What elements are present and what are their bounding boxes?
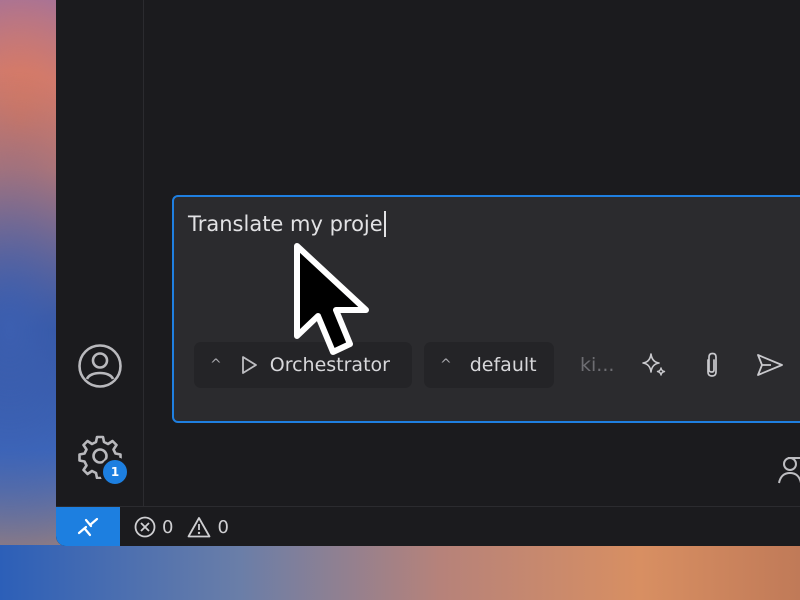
send-icon: [757, 354, 783, 376]
text-caret: [383, 211, 386, 237]
error-count: 0: [162, 516, 174, 538]
truncated-hint[interactable]: ki...: [580, 342, 614, 388]
status-bar: 0 0: [56, 506, 800, 546]
activity-bar: 1: [56, 0, 144, 506]
agent-selector-label: Orchestrator: [269, 354, 390, 376]
remote-button[interactable]: [56, 507, 120, 546]
chevron-up-icon: ^: [210, 357, 222, 373]
chat-input-text: Translate my proje: [188, 212, 383, 236]
warning-icon: [188, 517, 211, 538]
account-button[interactable]: [76, 342, 124, 390]
problems-indicator[interactable]: 0 0: [134, 507, 237, 546]
chat-input-box[interactable]: Translate my proje ^ Orchestrator ^ defa…: [172, 195, 800, 423]
chat-input[interactable]: Translate my proje: [188, 211, 386, 237]
sparkle-button[interactable]: [636, 347, 672, 383]
warning-count: 0: [217, 516, 229, 538]
editor-window: 1 0 0 Translate my proje ^ Orchestrator …: [56, 0, 800, 546]
desktop-backdrop: [0, 545, 800, 600]
mode-selector-label: default: [469, 354, 537, 376]
account-icon: [78, 344, 122, 388]
paperclip-icon: [707, 352, 717, 377]
mode-selector[interactable]: ^ default: [424, 342, 554, 388]
remote-icon: [77, 517, 99, 537]
error-icon: [134, 516, 156, 538]
send-button[interactable]: [752, 347, 788, 383]
settings-badge: 1: [100, 457, 130, 487]
people-icon[interactable]: [776, 452, 800, 486]
attach-button[interactable]: [694, 347, 730, 383]
chevron-up-icon: ^: [440, 357, 452, 373]
play-icon: [240, 355, 258, 375]
agent-selector[interactable]: ^ Orchestrator: [194, 342, 412, 388]
chat-toolbar: ^ Orchestrator ^ default ki...: [194, 342, 800, 388]
sparkle-icon: [642, 353, 666, 376]
